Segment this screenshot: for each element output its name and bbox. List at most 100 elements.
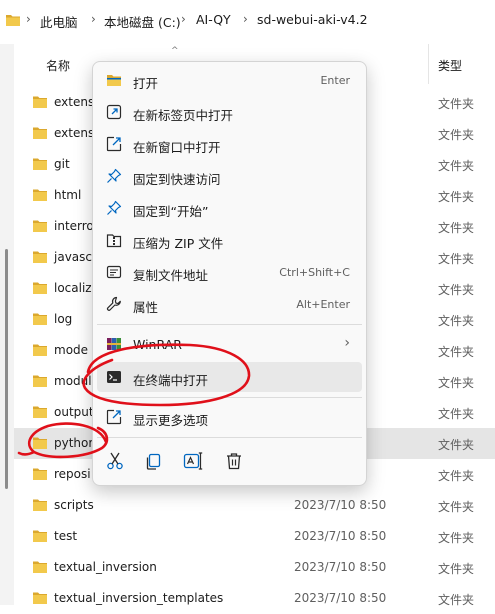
trash-icon — [227, 453, 241, 470]
menu-separator — [97, 397, 362, 398]
column-type[interactable]: 类型 — [438, 57, 462, 74]
file-name: output — [54, 405, 94, 419]
folder-icon — [33, 437, 47, 449]
folder-icon — [33, 158, 47, 170]
menu-item-pin-start[interactable]: 固定到“开始” — [97, 193, 362, 223]
scrollbar-thumb[interactable] — [5, 249, 8, 489]
menu-item-winrar[interactable]: WinRAR › — [97, 329, 362, 359]
breadcrumb-local-disk[interactable]: 本地磁盘 (C:) — [104, 12, 181, 31]
file-type: 文件夹 — [438, 500, 475, 514]
folder-icon — [33, 251, 47, 263]
breadcrumb-separator: › — [243, 12, 248, 26]
column-name[interactable]: 名称 — [46, 57, 70, 74]
menu-item-open-new-tab[interactable]: 在新标签页中打开 — [97, 97, 362, 127]
file-name: scripts — [54, 498, 94, 512]
file-type: 文件夹 — [438, 593, 475, 607]
file-name: extens — [54, 95, 95, 109]
file-name: modul — [54, 374, 92, 388]
scrollbar-track[interactable] — [0, 44, 14, 605]
file-name: pythor — [54, 436, 94, 450]
breadcrumb-sd-webui[interactable]: sd-webui-aki-v4.2 — [257, 12, 368, 27]
folder-icon — [33, 127, 47, 139]
folder-icon — [33, 375, 47, 387]
winrar-icon — [107, 338, 121, 350]
file-name: localiz — [54, 281, 92, 295]
new-window-icon — [106, 136, 122, 152]
menu-separator — [97, 437, 362, 438]
delete-button[interactable] — [223, 450, 245, 472]
folder-icon — [33, 406, 47, 418]
menu-item-open[interactable]: 打开 Enter — [97, 65, 362, 95]
copy-icon — [146, 453, 161, 470]
menu-item-label: 在新窗口中打开 — [133, 140, 221, 155]
menu-separator — [97, 324, 362, 325]
chevron-right-icon: › — [344, 335, 350, 351]
sort-caret-icon: ^ — [171, 46, 179, 56]
folder-icon — [33, 282, 47, 294]
menu-item-shortcut: Enter — [320, 74, 350, 87]
file-row[interactable]: scripts 2023/7/10 8:50 文件夹 — [14, 490, 495, 521]
menu-item-copy-path[interactable]: 复制文件地址 Ctrl+Shift+C — [97, 257, 362, 287]
file-name: html — [54, 188, 82, 202]
show-more-icon — [106, 409, 122, 425]
menu-item-show-more-options[interactable]: 显示更多选项 — [97, 402, 362, 432]
file-name: mode — [54, 343, 89, 357]
menu-item-shortcut: Alt+Enter — [296, 298, 350, 311]
cut-button[interactable] — [104, 450, 126, 472]
file-name: reposi — [54, 467, 91, 481]
breadcrumb-separator: › — [26, 12, 31, 26]
file-row[interactable]: test 2023/7/10 8:50 文件夹 — [14, 521, 495, 552]
file-type: 文件夹 — [438, 97, 475, 111]
rename-icon — [183, 452, 203, 470]
folder-icon — [33, 344, 47, 356]
menu-item-compress-zip[interactable]: 压缩为 ZIP 文件 — [97, 225, 362, 255]
folder-icon — [6, 15, 20, 26]
menu-item-label: 复制文件地址 — [133, 268, 209, 283]
file-type: 文件夹 — [438, 190, 475, 204]
breadcrumb-this-pc[interactable]: 此电脑 — [40, 12, 78, 31]
wrench-icon — [106, 296, 121, 311]
menu-item-open-in-terminal[interactable]: 在终端中打开 — [97, 362, 362, 392]
menu-item-label: 显示更多选项 — [133, 413, 209, 428]
folder-icon — [33, 313, 47, 325]
file-date: 2023/7/10 8:50 — [294, 529, 387, 543]
breadcrumb-separator: › — [91, 12, 96, 26]
file-name: textual_inversion_templates — [54, 591, 224, 605]
rename-button[interactable] — [182, 450, 204, 472]
menu-item-label: 在新标签页中打开 — [133, 108, 234, 123]
file-type: 文件夹 — [438, 283, 475, 297]
breadcrumb-separator: › — [181, 12, 186, 26]
file-type: 文件夹 — [438, 128, 475, 142]
file-name: log — [54, 312, 73, 326]
context-menu: 打开 Enter 在新标签页中打开 在新窗口中打开 固定到快速访问 固定到“开始… — [92, 61, 367, 486]
folder-icon — [33, 499, 47, 511]
copy-path-icon — [106, 265, 122, 279]
file-row[interactable]: textual_inversion 2023/7/10 8:50 文件夹 — [14, 552, 495, 583]
file-row[interactable]: textual_inversion_templates 2023/7/10 8:5… — [14, 583, 495, 614]
file-name: interro — [54, 219, 94, 233]
menu-item-pin-quick-access[interactable]: 固定到快速访问 — [97, 161, 362, 191]
menu-item-label: WinRAR — [133, 337, 182, 352]
file-name: extens — [54, 126, 95, 140]
file-type: 文件夹 — [438, 438, 475, 452]
copy-button[interactable] — [142, 450, 164, 472]
file-type: 文件夹 — [438, 159, 475, 173]
file-date: 2023/7/10 8:50 — [294, 560, 387, 574]
terminal-icon — [107, 371, 121, 383]
column-divider[interactable] — [428, 44, 429, 84]
folder-icon — [33, 468, 47, 480]
menu-item-shortcut: Ctrl+Shift+C — [279, 266, 350, 279]
menu-item-open-new-window[interactable]: 在新窗口中打开 — [97, 129, 362, 159]
address-bar[interactable]: › 此电脑 › 本地磁盘 (C:) › AI-QY › sd-webui-aki… — [0, 0, 495, 44]
file-name: textual_inversion — [54, 560, 157, 574]
file-type: 文件夹 — [438, 376, 475, 390]
menu-item-label: 属性 — [133, 300, 159, 315]
menu-item-label: 固定到快速访问 — [133, 172, 221, 187]
file-type: 文件夹 — [438, 469, 475, 483]
folder-icon — [33, 561, 47, 573]
file-name: test — [54, 529, 78, 543]
breadcrumb-ai-qy[interactable]: AI-QY — [196, 12, 231, 27]
file-type: 文件夹 — [438, 221, 475, 235]
pin-icon — [107, 168, 122, 183]
menu-item-properties[interactable]: 属性 Alt+Enter — [97, 289, 362, 319]
